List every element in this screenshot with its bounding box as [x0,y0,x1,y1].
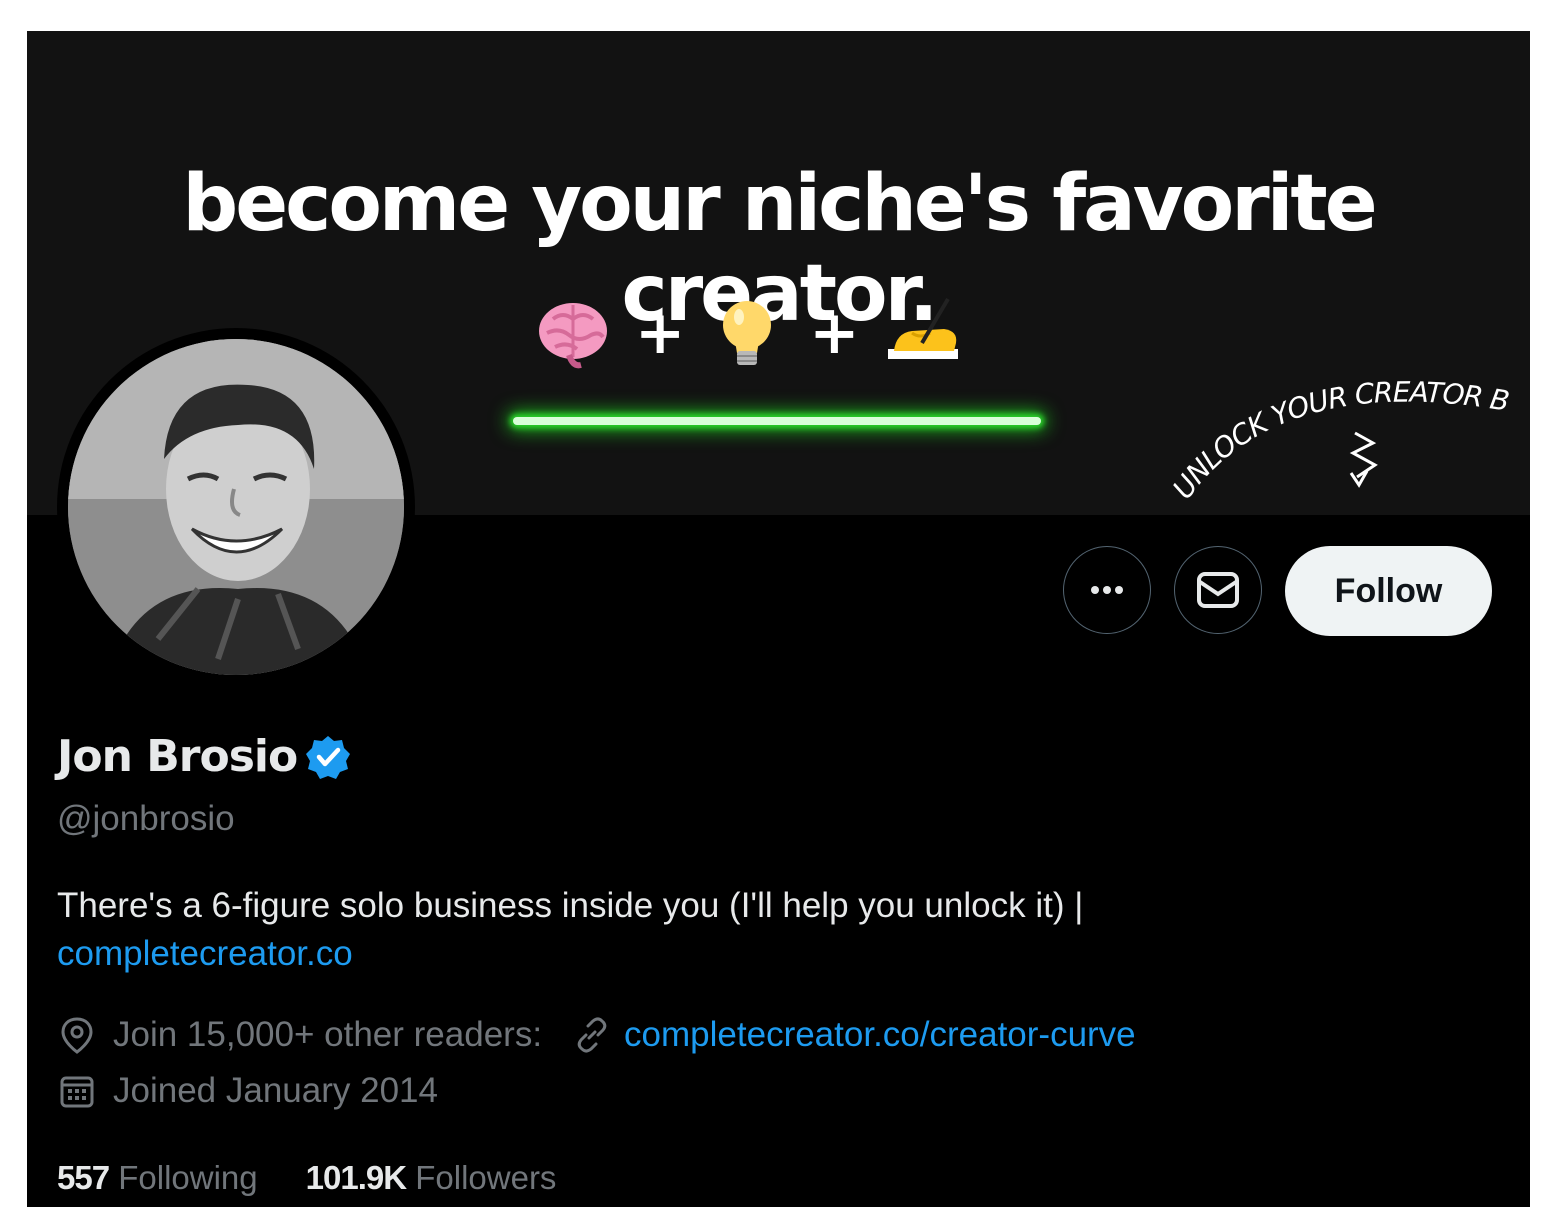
avatar-photo [68,339,404,675]
followers-label: Followers [415,1159,557,1196]
profile-meta-row: Joined January 2014 [57,1071,438,1111]
followers-count: 101.9K [305,1159,407,1196]
verified-badge-icon[interactable] [305,734,351,780]
handle: @jonbrosio [57,799,235,838]
calendar-icon [60,1076,94,1108]
avatar-ring [57,328,415,686]
more-icon [1091,586,1123,594]
envelope-icon [1197,572,1239,608]
light-bulb-emoji-icon [723,301,772,365]
bio-text: There's a 6-figure solo business inside … [57,886,1084,925]
unlock-creator-business-script: UNLOCK YOUR CREATOR BUSINESS [1157,361,1512,505]
plus-sign: + [809,298,860,368]
writing-hand-emoji-icon [887,297,958,359]
profile-frame: become your niche's favorite creator. + … [27,31,1530,1207]
banner-emoji-row: + + [533,293,1013,373]
bio: There's a 6-figure solo business inside … [57,882,1457,978]
website-link[interactable]: completecreator.co/creator-curve [624,1015,1136,1055]
profile-meta-row: Join 15,000+ other readers: completecrea… [57,1015,1136,1055]
banner-neon-line [513,417,1041,425]
brain-emoji-icon [539,303,607,369]
svg-text:UNLOCK YOUR CREATOR BUSINESS: UNLOCK YOUR CREATOR BUSINESS [1157,361,1511,505]
plus-sign: + [635,298,686,368]
avatar[interactable] [68,339,404,675]
following-count: 557 [57,1159,110,1196]
banner-script-text: UNLOCK YOUR CREATOR BUSINESS [1157,361,1512,505]
follow-stats: 557 Following 101.9K Followers [57,1159,556,1197]
more-button[interactable] [1063,546,1151,634]
joined-date: Joined January 2014 [113,1071,438,1110]
message-button[interactable] [1174,546,1262,634]
location-text: Join 15,000+ other readers: [113,1015,543,1054]
display-name: Jon Brosio [57,731,298,782]
following-label: Following [118,1159,258,1196]
follow-button[interactable]: Follow [1285,546,1492,636]
location-pin-icon [61,1017,93,1054]
link-icon [577,1017,607,1053]
following-stat[interactable]: 557 Following [57,1159,258,1197]
bio-link[interactable]: completecreator.co [57,934,353,973]
name-row: Jon Brosio [57,731,351,782]
followers-stat[interactable]: 101.9K Followers [306,1159,557,1197]
